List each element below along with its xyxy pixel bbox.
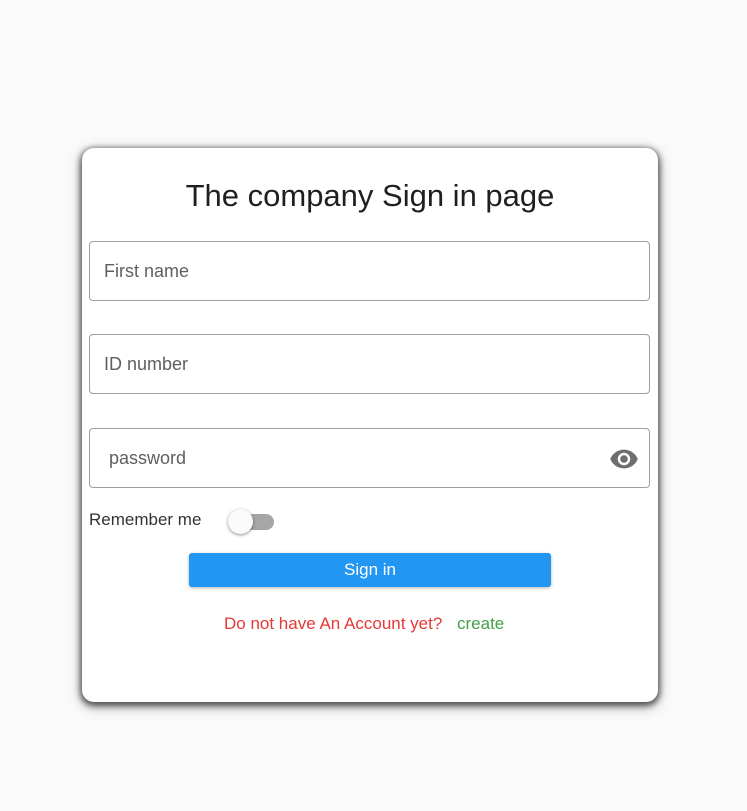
id-number-input[interactable] [90,335,649,393]
id-number-field[interactable] [89,334,650,394]
eye-icon[interactable] [609,444,639,474]
remember-me-toggle[interactable] [228,509,274,535]
password-field[interactable] [89,428,650,488]
no-account-prompt: Do not have An Account yet? [224,614,443,633]
toggle-thumb [228,509,253,534]
create-account-link[interactable]: create [457,614,504,634]
remember-me-label: Remember me [89,510,202,529]
first-name-input[interactable] [90,242,649,300]
sign-in-card: The company Sign in page Remember me Sig… [82,148,658,702]
sign-in-button[interactable]: Sign in [189,553,551,587]
password-input[interactable] [90,429,649,487]
first-name-field[interactable] [89,241,650,301]
page-title: The company Sign in page [185,178,555,213]
